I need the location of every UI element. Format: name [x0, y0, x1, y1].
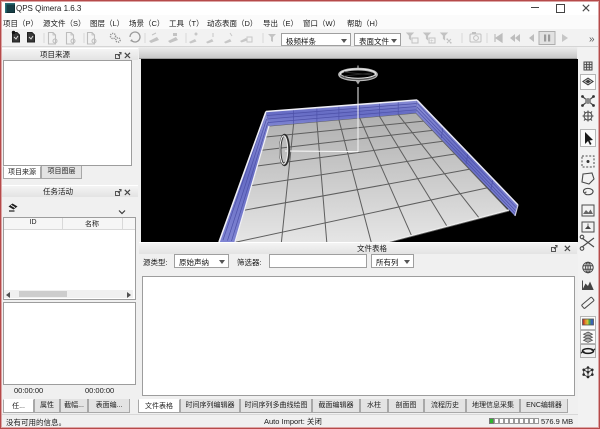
- svg-text:»: »: [589, 34, 595, 45]
- svg-text:+: +: [430, 39, 434, 45]
